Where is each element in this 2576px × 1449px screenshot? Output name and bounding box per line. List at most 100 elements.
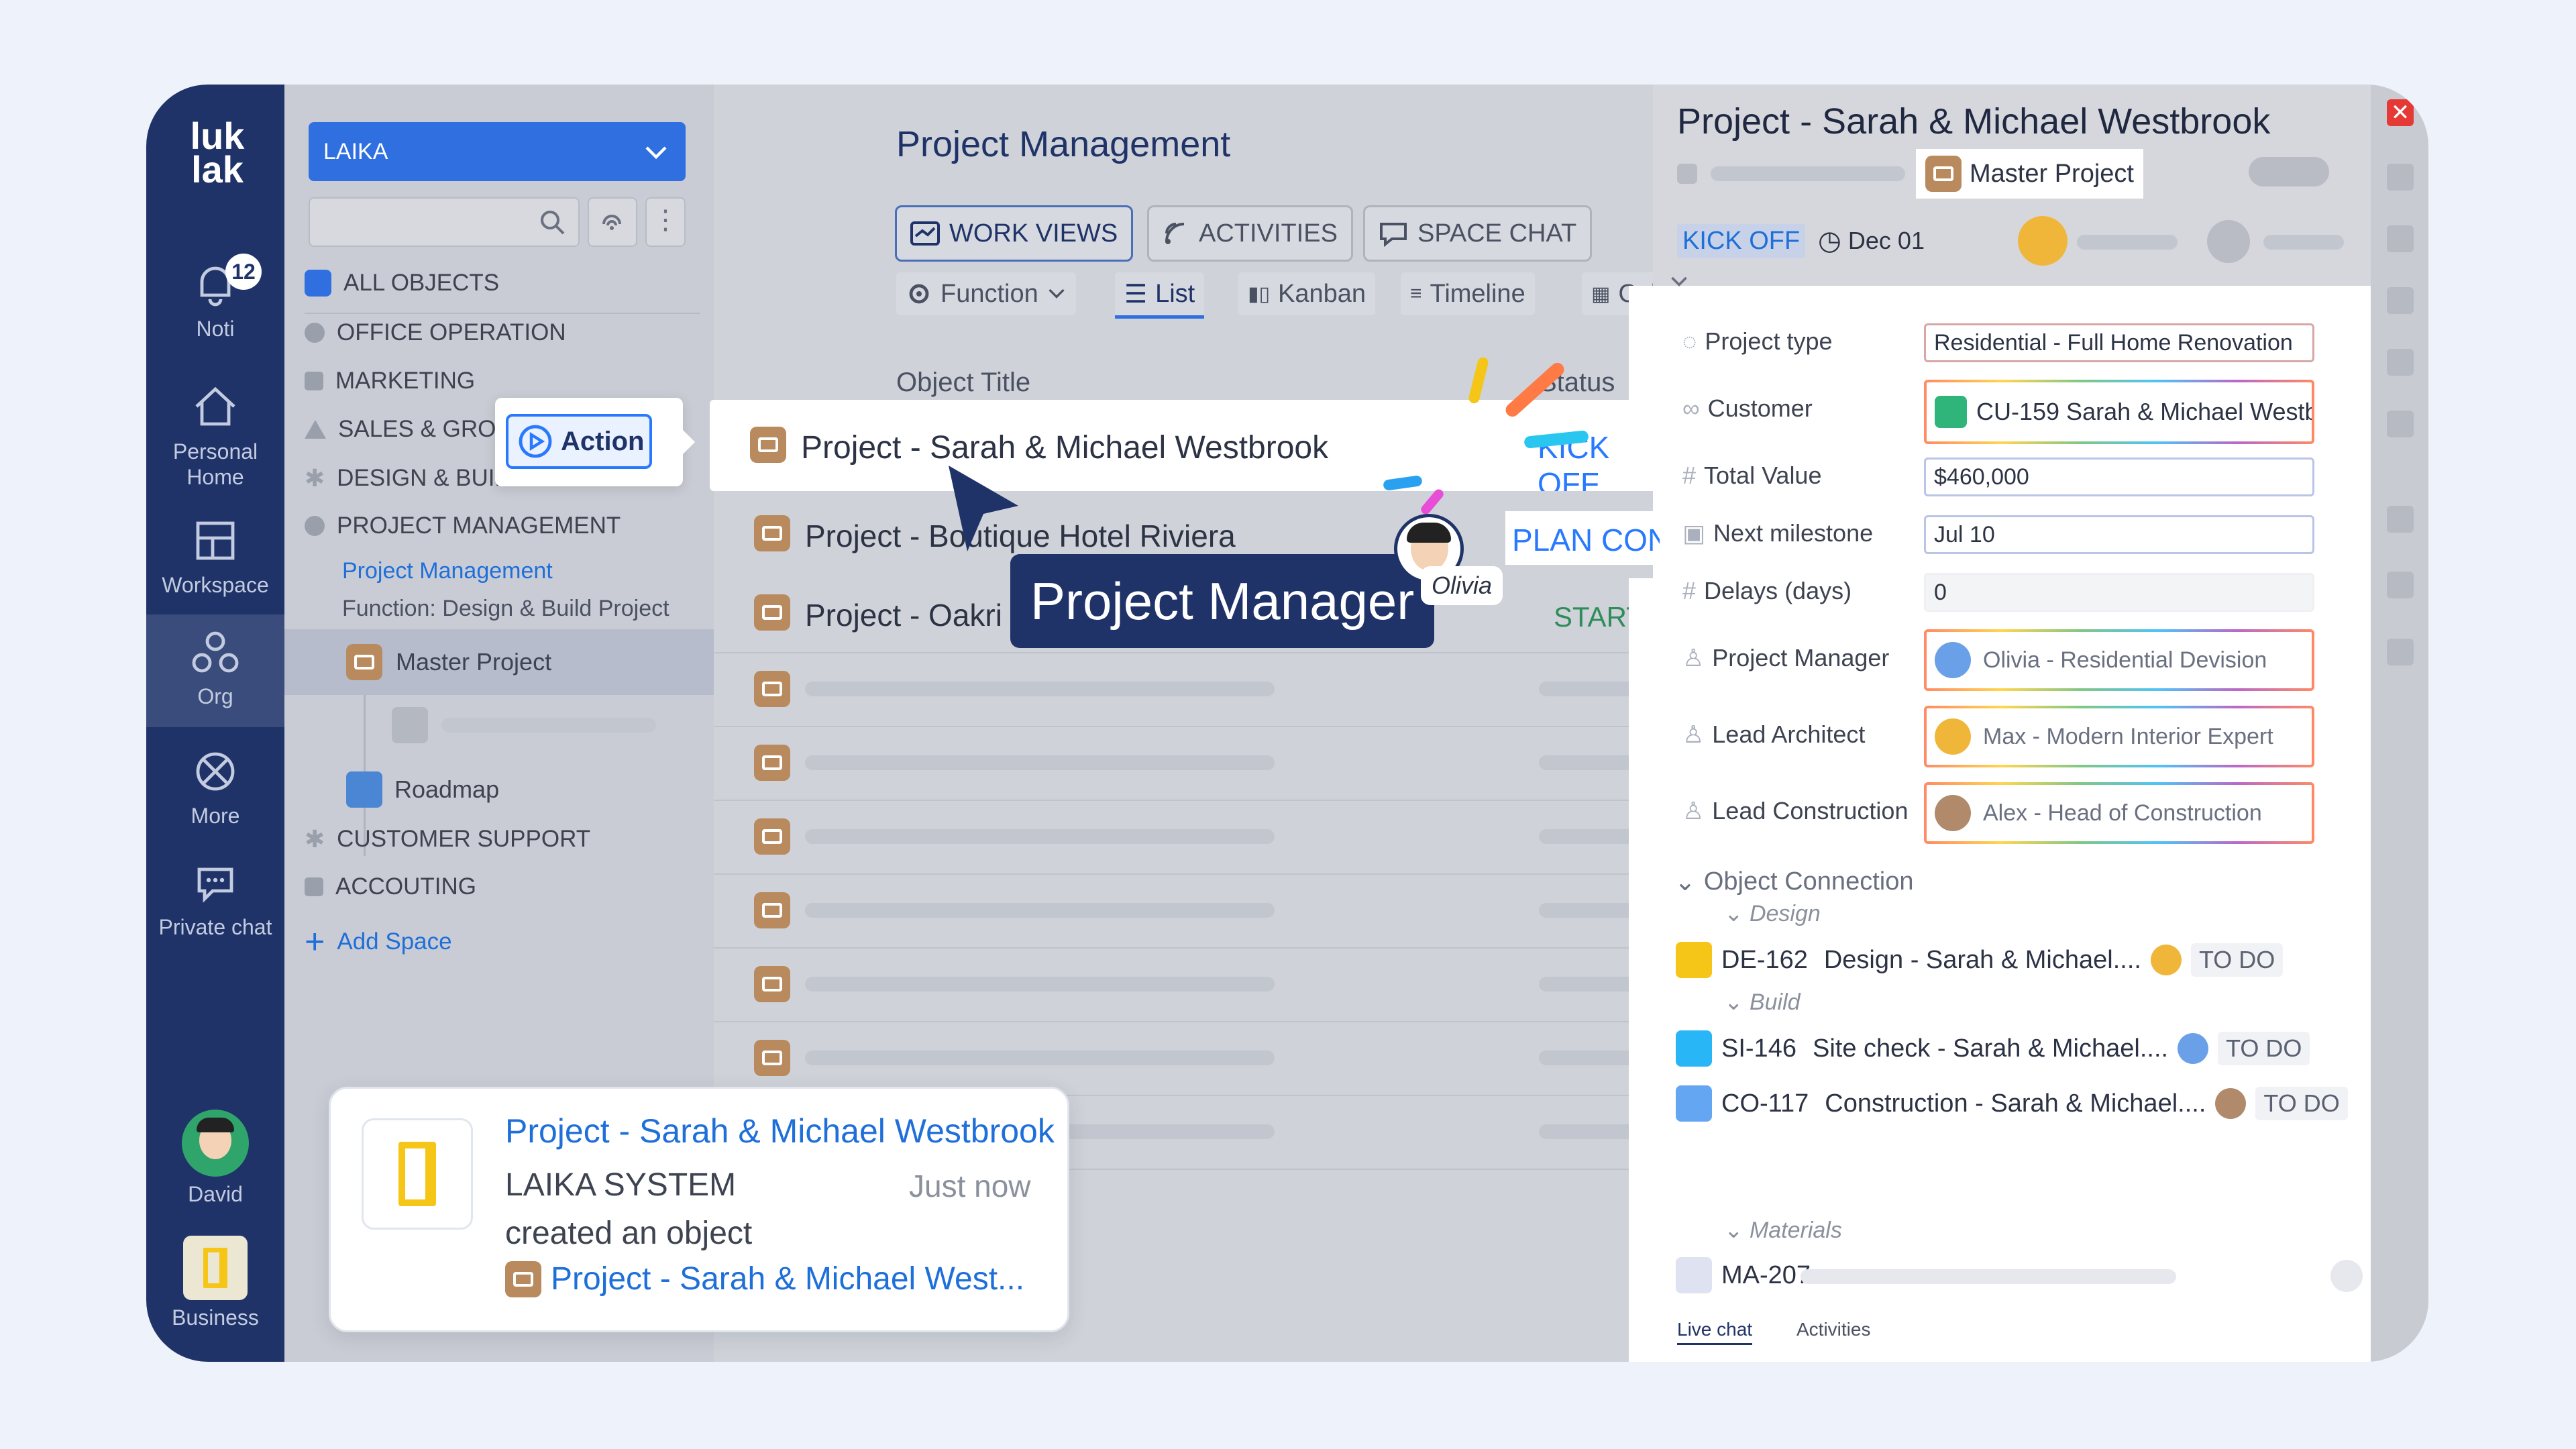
owner-avatar[interactable] bbox=[2018, 216, 2068, 266]
space-dot-icon bbox=[305, 323, 325, 343]
view-list[interactable]: ☰ List bbox=[1115, 272, 1205, 319]
space-square-icon bbox=[305, 877, 323, 896]
notif-title[interactable]: Project - Sarah & Michael Westbrook bbox=[505, 1112, 1055, 1150]
rail-item-more[interactable]: More bbox=[146, 745, 284, 828]
rail-user[interactable]: David bbox=[146, 1110, 284, 1207]
list-item bbox=[714, 652, 1727, 727]
toolbar-button[interactable] bbox=[2387, 225, 2414, 252]
sidebar-item-all-objects[interactable]: ALL OBJECTS bbox=[305, 270, 499, 297]
rail-item-private-chat[interactable]: Private chat bbox=[146, 856, 284, 940]
sidebar-item-master-project[interactable]: Master Project bbox=[284, 629, 714, 695]
status-badge[interactable]: TO DO bbox=[2218, 1032, 2310, 1065]
notif-app-icon bbox=[362, 1118, 473, 1230]
field-project-manager[interactable]: Olivia - Residential Devision bbox=[1924, 629, 2314, 691]
type-badge[interactable]: Master Project bbox=[1916, 149, 2143, 199]
tab-activities[interactable]: ACTIVITIES bbox=[1147, 205, 1353, 262]
panel-tab-live-chat[interactable]: Live chat bbox=[1677, 1319, 1753, 1345]
sidebar-filter-button[interactable] bbox=[588, 197, 637, 247]
toolbar-button[interactable] bbox=[2387, 349, 2414, 376]
alex-avatar bbox=[1935, 795, 1971, 831]
field-next-milestone[interactable]: Jul 10 bbox=[1924, 515, 2314, 554]
field-delays[interactable]: 0 bbox=[1924, 573, 2314, 612]
person-icon: ♙ bbox=[1682, 720, 1705, 748]
action-tooltip[interactable]: Action bbox=[495, 398, 695, 486]
connection-row[interactable]: SI-146 Site check - Sarah & Michael.... T… bbox=[1676, 1030, 2310, 1067]
notif-object-link[interactable]: Project - Sarah & Michael West... bbox=[505, 1260, 1024, 1297]
field-project-type[interactable]: Residential - Full Home Renovation bbox=[1924, 323, 2314, 362]
field-customer[interactable]: CU-159 Sarah & Michael Westbrook bbox=[1924, 380, 2314, 444]
group-design[interactable]: ⌄ Design bbox=[1724, 900, 1821, 927]
connection-row[interactable]: DE-162 Design - Sarah & Michael.... TO DO bbox=[1676, 942, 2284, 978]
play-circle-icon bbox=[519, 425, 552, 458]
more-icon bbox=[196, 752, 235, 791]
toolbar-button[interactable] bbox=[2387, 506, 2414, 533]
due-date[interactable]: ◷ Dec 01 bbox=[1818, 225, 1925, 256]
sidebar-item-marketing[interactable]: MARKETING bbox=[305, 368, 475, 394]
view-kanban[interactable]: ▮▯ Kanban bbox=[1238, 272, 1376, 315]
function-filter[interactable]: Function bbox=[896, 272, 1076, 315]
status-badge[interactable]: TO DO bbox=[2255, 1087, 2348, 1120]
connection-row[interactable]: CO-117 Construction - Sarah & Michael....… bbox=[1676, 1085, 2349, 1122]
sidebar-item-project-management[interactable]: PROJECT MANAGEMENT bbox=[305, 513, 621, 539]
sidebar-item-sales-grow[interactable]: SALES & GROW bbox=[305, 416, 518, 443]
sidebar-item-roadmap[interactable]: Roadmap bbox=[346, 766, 499, 813]
connection-row[interactable]: MA-207 bbox=[1676, 1257, 1811, 1293]
rail-item-personal-home[interactable]: Personal Home bbox=[146, 380, 284, 490]
rail-item-noti[interactable]: Noti 12 bbox=[146, 254, 284, 341]
hash-icon: # bbox=[1682, 462, 1697, 489]
sidebar-more-button[interactable]: ⋮ bbox=[645, 197, 686, 247]
toolbar-button[interactable] bbox=[2387, 411, 2414, 437]
sidebar-item-office-operation[interactable]: OFFICE OPERATION bbox=[305, 319, 566, 346]
panel-status[interactable]: KICK OFF bbox=[1677, 224, 1806, 258]
row-title[interactable]: Project - Sarah & Michael Westbrook bbox=[801, 429, 1328, 466]
rail-business[interactable]: Business bbox=[146, 1236, 284, 1330]
sidebar-item-pm-workspace[interactable]: Project Management bbox=[342, 558, 553, 584]
notification-toast[interactable]: Project - Sarah & Michael Westbrook LAIK… bbox=[329, 1087, 1069, 1332]
add-space-button[interactable]: + Add Space bbox=[305, 924, 452, 959]
rail-item-org[interactable]: Org bbox=[146, 614, 284, 727]
sidebar-search-input[interactable] bbox=[309, 197, 580, 247]
status-badge[interactable]: TO DO bbox=[2190, 943, 2284, 977]
sidebar-item-label: ACCOUTING bbox=[335, 873, 476, 900]
rail-label: Workspace bbox=[162, 573, 269, 597]
panel-tab-activities[interactable]: Activities bbox=[1796, 1319, 1870, 1340]
field-total-value[interactable]: $460,000 bbox=[1924, 458, 2314, 496]
person-icon: ♙ bbox=[1682, 644, 1705, 672]
clock-icon: ◷ bbox=[1818, 226, 1841, 256]
space-gear-icon: ✱ bbox=[305, 464, 325, 492]
field-label-project-type: ◌ Project type bbox=[1682, 327, 1833, 355]
list-icon: ☰ bbox=[1124, 280, 1148, 309]
field-lead-architect[interactable]: Max - Modern Interior Expert bbox=[1924, 706, 2314, 767]
field-lead-construction[interactable]: Alex - Head of Construction bbox=[1924, 782, 2314, 844]
group-materials[interactable]: ⌄ Materials bbox=[1724, 1217, 1842, 1244]
max-avatar bbox=[2150, 945, 2182, 975]
group-build[interactable]: ⌄ Build bbox=[1724, 989, 1801, 1016]
close-button[interactable]: ✕ bbox=[2387, 99, 2414, 126]
toolbar-button[interactable] bbox=[2387, 639, 2414, 665]
action-chip[interactable]: Action bbox=[506, 414, 652, 469]
toolbar-button[interactable] bbox=[2387, 287, 2414, 314]
rail-item-workspace[interactable]: Workspace bbox=[146, 514, 284, 598]
view-timeline[interactable]: ≡ Timeline bbox=[1401, 272, 1535, 315]
tab-work-views[interactable]: WORK VIEWS bbox=[895, 205, 1134, 262]
project-icon bbox=[750, 427, 786, 463]
toolbar-button[interactable] bbox=[2387, 164, 2414, 191]
link-icon: ∞ bbox=[1682, 394, 1700, 422]
placeholder-avatar bbox=[2330, 1260, 2363, 1292]
tab-space-chat[interactable]: SPACE CHAT bbox=[1363, 205, 1593, 262]
toolbar-button[interactable] bbox=[2387, 572, 2414, 598]
tab-label: WORK VIEWS bbox=[949, 219, 1118, 248]
row-title: Project - Oakri bbox=[805, 598, 1002, 633]
sidebar-item-design-build[interactable]: ✱ DESIGN & BUILD bbox=[305, 464, 525, 492]
action-label: Action bbox=[561, 426, 645, 456]
sidebar-item-accouting[interactable]: ACCOUTING bbox=[305, 873, 476, 900]
gear-icon bbox=[909, 284, 929, 304]
chevron-down-icon bbox=[1049, 288, 1065, 299]
space-square-icon bbox=[305, 372, 323, 390]
views-icon bbox=[910, 221, 940, 246]
sidebar-item-customer-support[interactable]: ✱ CUSTOMER SUPPORT bbox=[305, 825, 590, 853]
user-avatar bbox=[182, 1110, 249, 1177]
mouse-pointer-icon bbox=[949, 466, 1018, 551]
object-connection-header[interactable]: ⌄ Object Connection bbox=[1674, 867, 1913, 897]
workspace-select[interactable]: LAIKA bbox=[309, 122, 686, 181]
